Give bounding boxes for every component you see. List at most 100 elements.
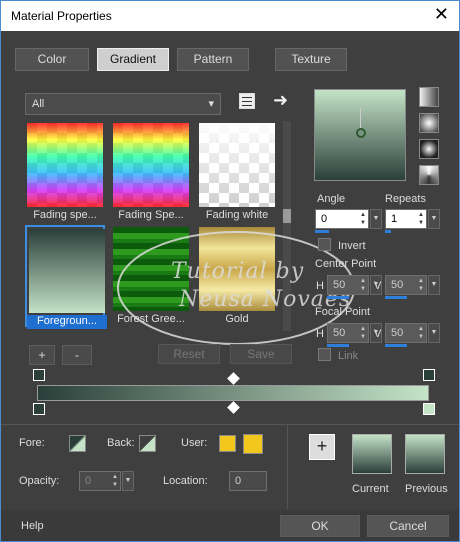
color-midpoint-marker[interactable] <box>227 401 240 414</box>
chevron-down-icon: ▾ <box>208 98 214 110</box>
divider <box>1 424 459 425</box>
swatch-fading-white[interactable]: Fading white <box>197 121 277 223</box>
tab-texture[interactable]: Texture <box>275 48 347 71</box>
focal-h-value: 50 <box>333 327 346 339</box>
repeats-dropdown[interactable]: ▼ <box>428 209 440 229</box>
opacity-input[interactable]: 0 ▲ ▼ <box>79 471 121 491</box>
opacity-label: Opacity: <box>19 475 60 487</box>
tab-color[interactable]: Color <box>15 48 89 71</box>
angle-value: 0 <box>321 213 328 225</box>
swatch-foreground-background[interactable]: Foregroun... <box>25 225 107 329</box>
opacity-dropdown[interactable]: ▼ <box>122 471 134 491</box>
center-v-label: V <box>374 280 382 292</box>
close-icon[interactable]: ✕ <box>434 5 449 23</box>
swatch-fading-spectrum-2[interactable]: Fading Spe... <box>111 121 191 223</box>
focal-point-label: Focal Point <box>315 306 371 318</box>
focal-v-dropdown[interactable]: ▼ <box>428 323 440 343</box>
center-v-dropdown[interactable]: ▼ <box>428 275 440 295</box>
angle-spinner[interactable]: ▲ ▼ <box>359 211 367 227</box>
scrollbar-thumb[interactable] <box>283 209 291 223</box>
link-label: Link <box>338 350 359 362</box>
background-swatch[interactable] <box>139 435 156 452</box>
focal-h-label: H <box>316 328 324 340</box>
color-stop-right-icon[interactable] <box>423 403 435 415</box>
swatch-label: Foregroun... <box>27 315 107 329</box>
save-button[interactable]: Save <box>230 344 292 364</box>
current-label: Current <box>352 483 389 495</box>
linear-gradient-style-icon[interactable] <box>419 87 439 107</box>
add-gradient-button[interactable]: + <box>29 345 55 365</box>
previous-material-preview[interactable] <box>405 434 445 474</box>
focal-h-input[interactable]: 50 ▲ ▼ <box>327 323 369 343</box>
user-color-swatch[interactable] <box>243 434 263 454</box>
angle-dropdown[interactable]: ▼ <box>370 209 382 229</box>
location-input[interactable]: 0 <box>229 471 267 491</box>
repeats-value: 1 <box>391 213 398 225</box>
repeats-input[interactable]: 1 ▲ ▼ <box>385 209 427 229</box>
opacity-stop-left-icon[interactable] <box>33 369 45 381</box>
title-bar: Material Properties ✕ <box>1 1 459 31</box>
invert-label: Invert <box>338 240 366 252</box>
reset-button[interactable]: Reset <box>158 344 220 364</box>
add-to-swatches-button[interactable]: + <box>309 434 335 460</box>
cancel-button[interactable]: Cancel <box>367 515 449 537</box>
repeats-spinner[interactable]: ▲ ▼ <box>417 211 425 227</box>
angle-label: Angle <box>317 193 346 205</box>
sunburst-gradient-style-icon[interactable] <box>419 165 439 185</box>
swatch-label: Fading Spe... <box>118 209 184 221</box>
gradient-editor-bar[interactable] <box>37 385 429 401</box>
focal-v-value: 50 <box>391 327 404 339</box>
repeats-slider-fill[interactable] <box>385 230 391 233</box>
swatch-label: Fading spe... <box>33 209 97 221</box>
radial-gradient-style-icon[interactable] <box>419 139 439 159</box>
remove-gradient-button[interactable]: - <box>62 345 92 365</box>
opacity-midpoint-marker[interactable] <box>227 372 240 385</box>
user-label: User: <box>181 437 208 449</box>
center-h-input[interactable]: 50 ▲ ▼ <box>327 275 369 295</box>
center-v-value: 50 <box>391 279 404 291</box>
focal-v-slider-fill[interactable] <box>385 344 407 347</box>
repeats-label: Repeats <box>385 193 426 205</box>
angle-input[interactable]: 0 ▲ ▼ <box>315 209 369 229</box>
center-v-spinner[interactable]: ▲ ▼ <box>417 277 425 293</box>
center-handle-icon[interactable] <box>356 128 366 138</box>
footer-bar: Help OK Cancel <box>1 510 459 541</box>
back-label: Back: <box>107 437 135 449</box>
tab-gradient[interactable]: Gradient <box>97 48 169 71</box>
focal-h-slider-fill[interactable] <box>327 344 349 347</box>
location-value: 0 <box>235 475 242 487</box>
opacity-spinner[interactable]: ▲ ▼ <box>111 473 119 489</box>
foreground-swatch[interactable] <box>69 435 86 452</box>
invert-checkbox[interactable] <box>318 238 331 251</box>
rectangular-gradient-style-icon[interactable] <box>419 113 439 133</box>
category-value: All <box>32 98 45 110</box>
watermark-line1: Tutorial by <box>171 259 305 284</box>
help-link[interactable]: Help <box>21 520 44 532</box>
color-stop-left-icon[interactable] <box>33 403 45 415</box>
focal-v-input[interactable]: 50 ▲ ▼ <box>385 323 427 343</box>
gradient-preview[interactable] <box>314 89 406 181</box>
center-h-spinner[interactable]: ▲ ▼ <box>359 277 367 293</box>
window-title: Material Properties <box>11 9 112 23</box>
opacity-stop-right-icon[interactable] <box>423 369 435 381</box>
user-color-swatch-small[interactable] <box>219 435 236 452</box>
focal-v-spinner[interactable]: ▲ ▼ <box>417 325 425 341</box>
angle-slider-fill[interactable] <box>315 230 329 233</box>
center-v-slider-fill[interactable] <box>385 296 407 299</box>
center-v-input[interactable]: 50 ▲ ▼ <box>385 275 427 295</box>
ok-button[interactable]: OK <box>280 515 360 537</box>
swatch-fading-spectrum-1[interactable]: Fading spe... <box>25 121 105 223</box>
center-h-label: H <box>316 280 324 292</box>
arrow-right-icon[interactable]: ➜ <box>273 90 288 111</box>
focal-h-spinner[interactable]: ▲ ▼ <box>359 325 367 341</box>
material-properties-dialog: Material Properties ✕ Color Gradient Pat… <box>0 0 460 542</box>
category-select[interactable]: All ▾ <box>25 93 221 115</box>
vertical-divider <box>287 425 288 509</box>
opacity-value: 0 <box>85 475 92 487</box>
focal-v-label: V <box>374 328 382 340</box>
tab-pattern[interactable]: Pattern <box>177 48 249 71</box>
current-material-preview[interactable] <box>352 434 392 474</box>
document-list-icon[interactable] <box>239 93 255 109</box>
center-h-slider-fill[interactable] <box>327 296 349 299</box>
link-checkbox[interactable] <box>318 348 331 361</box>
